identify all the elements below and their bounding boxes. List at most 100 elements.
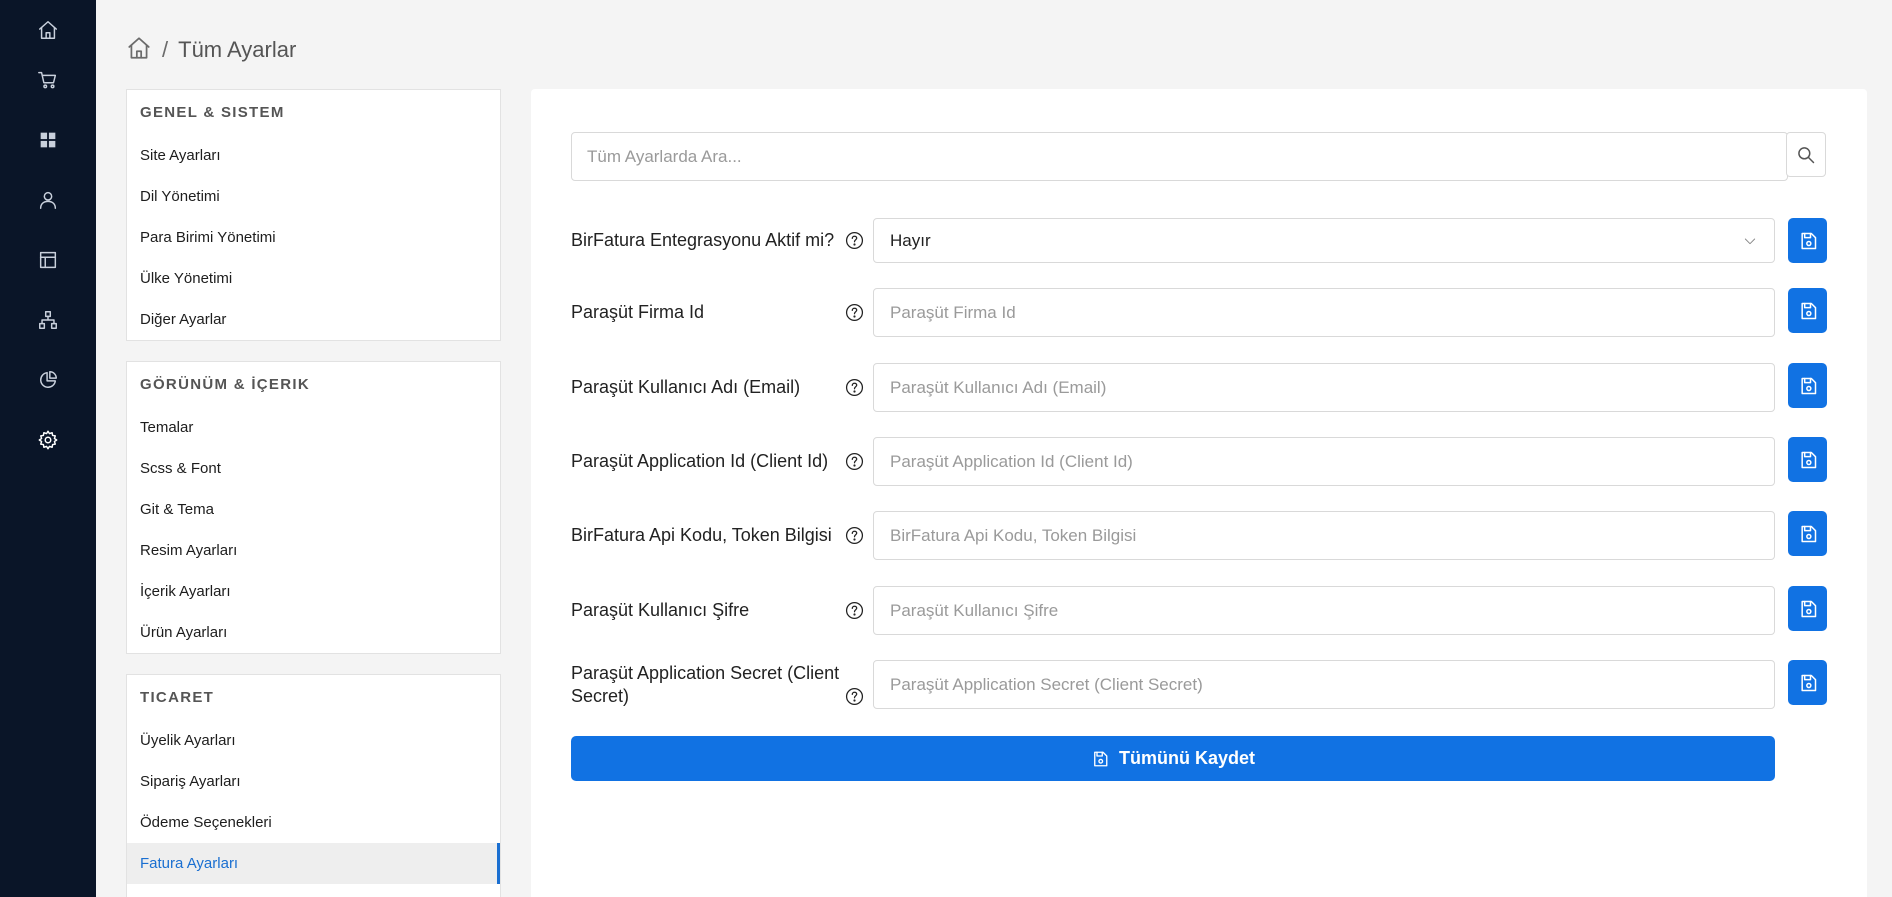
settings-content-panel: BirFatura Entegrasyonu Aktif mi? Hayır P…	[531, 89, 1867, 897]
nav-item-currency[interactable]: Para Birimi Yönetimi	[127, 217, 500, 258]
question-circle-icon	[845, 526, 864, 545]
birfatura-active-select[interactable]: Hayır	[873, 218, 1775, 263]
settings-section-general: GENEL & SISTEM Site Ayarları Dil Yönetim…	[126, 89, 501, 341]
field-label: BirFatura Api Kodu, Token Bilgisi	[571, 525, 832, 545]
field-label: BirFatura Entegrasyonu Aktif mi?	[571, 230, 835, 250]
search-input[interactable]	[571, 132, 1788, 181]
parasut-username-input[interactable]	[873, 363, 1775, 412]
nav-item-content-settings[interactable]: İçerik Ayarları	[127, 571, 500, 612]
cart-icon	[38, 71, 57, 89]
save-icon	[1800, 302, 1816, 319]
breadcrumb: / Tüm Ayarlar	[126, 34, 296, 66]
home-icon	[39, 21, 57, 39]
rail-users[interactable]	[0, 170, 96, 230]
nav-item-scss-font[interactable]: Scss & Font	[127, 448, 500, 489]
settings-section-commerce: TICARET Üyelik Ayarları Sipariş Ayarları…	[126, 674, 501, 897]
breadcrumb-home[interactable]	[126, 35, 152, 66]
section-heading: GÖRÜNÜM & İÇERIK	[140, 376, 310, 393]
nav-item-country[interactable]: Ülke Yönetimi	[127, 258, 500, 299]
section-heading: TICARET	[140, 689, 215, 706]
save-icon	[1800, 451, 1816, 468]
nav-item-image-settings[interactable]: Resim Ayarları	[127, 530, 500, 571]
nav-item-product-settings[interactable]: Ürün Ayarları	[127, 612, 500, 653]
icon-rail	[0, 0, 96, 897]
question-circle-icon	[845, 303, 864, 322]
field-label: Paraşüt Firma Id	[571, 302, 705, 322]
save-icon	[1800, 377, 1816, 394]
save-button[interactable]	[1788, 437, 1827, 482]
save-all-button[interactable]: Tümünü Kaydet	[571, 736, 1775, 781]
nav-item-themes[interactable]: Temalar	[127, 407, 500, 448]
question-circle-icon	[845, 687, 864, 706]
nav-item-orders[interactable]: Sipariş Ayarları	[127, 761, 500, 802]
breadcrumb-separator: /	[162, 37, 169, 62]
nav-item-git-theme[interactable]: Git & Tema	[127, 489, 500, 530]
rail-dashboard[interactable]	[0, 110, 96, 170]
question-circle-icon	[845, 452, 864, 471]
rail-sitemap[interactable]	[0, 290, 96, 350]
nav-item-membership[interactable]: Üyelik Ayarları	[127, 720, 500, 761]
help-icon[interactable]	[845, 303, 864, 322]
page-title: Tüm Ayarlar	[178, 37, 297, 62]
question-circle-icon	[845, 231, 864, 250]
search-icon	[1798, 146, 1815, 163]
save-all-label: Tümünü Kaydet	[1118, 748, 1255, 768]
save-icon	[1800, 600, 1816, 617]
rail-reports[interactable]	[0, 350, 96, 410]
help-icon[interactable]	[845, 526, 864, 545]
save-icon	[1800, 525, 1816, 542]
save-icon	[1800, 674, 1816, 691]
save-button[interactable]	[1788, 288, 1827, 333]
save-icon	[1094, 751, 1108, 766]
parasut-company-id-input[interactable]	[873, 288, 1775, 337]
settings-search	[571, 132, 1826, 181]
save-button[interactable]	[1788, 511, 1827, 556]
help-icon[interactable]	[845, 687, 864, 706]
section-heading: GENEL & SISTEM	[140, 104, 285, 121]
birfatura-api-token-input[interactable]	[873, 511, 1775, 560]
rail-cart[interactable]	[0, 50, 96, 110]
save-button[interactable]	[1788, 363, 1827, 408]
save-button[interactable]	[1788, 660, 1827, 705]
form-row-parasut-username: Paraşüt Kullanıcı Adı (Email)	[571, 363, 1827, 412]
question-circle-icon	[845, 378, 864, 397]
gear-icon	[38, 430, 58, 450]
dashboard-grid-icon	[40, 132, 56, 148]
user-icon	[39, 191, 57, 209]
rail-layout[interactable]	[0, 230, 96, 290]
question-circle-icon	[845, 601, 864, 620]
help-icon[interactable]	[845, 231, 864, 250]
field-label: Paraşüt Kullanıcı Şifre	[571, 600, 750, 620]
save-button[interactable]	[1788, 218, 1827, 263]
parasut-client-secret-input[interactable]	[873, 660, 1775, 709]
form-row-parasut-company-id: Paraşüt Firma Id	[571, 288, 1827, 337]
help-icon[interactable]	[845, 378, 864, 397]
form-row-parasut-client-id: Paraşüt Application Id (Client Id)	[571, 437, 1827, 486]
nav-item-other[interactable]: Diğer Ayarlar	[127, 299, 500, 340]
pie-chart-icon	[40, 371, 57, 388]
search-button[interactable]	[1786, 132, 1826, 177]
rail-settings[interactable]	[0, 410, 96, 470]
parasut-client-id-input[interactable]	[873, 437, 1775, 486]
form-row-birfatura-active: BirFatura Entegrasyonu Aktif mi? Hayır	[571, 218, 1827, 263]
nav-item-payment-options[interactable]: Ödeme Seçenekleri	[127, 802, 500, 843]
nav-item-site-settings[interactable]: Site Ayarları	[127, 135, 500, 176]
form-row-birfatura-api-token: BirFatura Api Kodu, Token Bilgisi	[571, 511, 1827, 560]
help-icon[interactable]	[845, 452, 864, 471]
nav-item-invoice-settings[interactable]: Fatura Ayarları	[127, 843, 500, 884]
parasut-password-input[interactable]	[873, 586, 1775, 635]
home-icon	[128, 36, 150, 59]
nav-item-language[interactable]: Dil Yönetimi	[127, 176, 500, 217]
settings-section-appearance: GÖRÜNÜM & İÇERIK Temalar Scss & Font Git…	[126, 361, 501, 654]
help-icon[interactable]	[845, 601, 864, 620]
form-row-parasut-client-secret: Paraşüt Application Secret (Client Secre…	[571, 660, 1827, 709]
field-label: Paraşüt Kullanıcı Adı (Email)	[571, 377, 801, 397]
save-button[interactable]	[1788, 586, 1827, 631]
chevron-down-icon	[1744, 238, 1756, 244]
form-row-parasut-password: Paraşüt Kullanıcı Şifre	[571, 586, 1827, 635]
sitemap-icon	[39, 311, 57, 329]
field-label: Paraşüt Application Id (Client Id)	[571, 451, 829, 471]
select-value: Hayır	[890, 230, 931, 250]
layout-icon	[39, 251, 57, 269]
save-icon	[1800, 232, 1816, 249]
